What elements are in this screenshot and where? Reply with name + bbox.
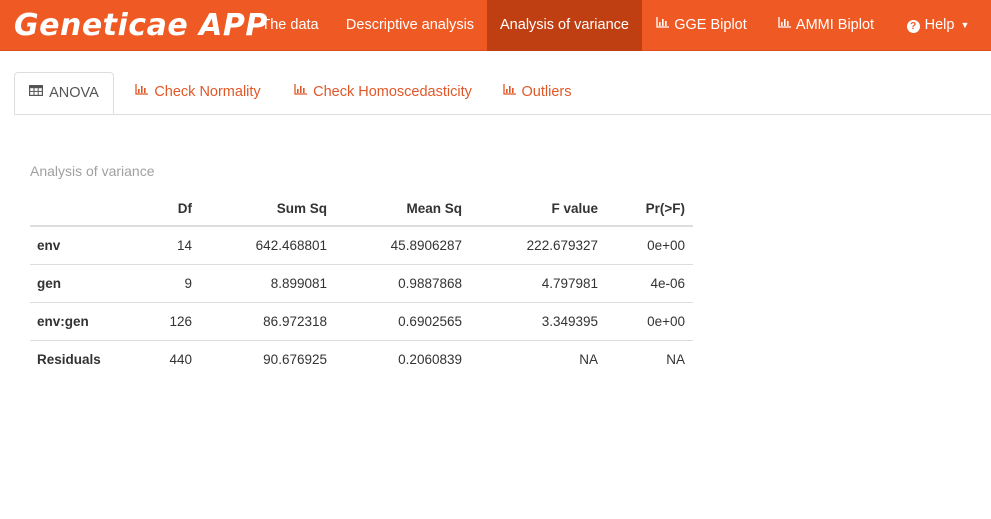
cell-pr-f: 0e+00: [606, 302, 693, 341]
nav-label: Analysis of variance: [500, 17, 629, 33]
cell-f-value: 222.679327: [470, 226, 606, 265]
bar-chart-icon: [294, 72, 308, 113]
table-row: env:gen 126 86.972318 0.6902565 3.349395…: [30, 302, 693, 341]
cell-mean-sq: 0.2060839: [398, 352, 462, 367]
cell-sum-sq: 86.972318: [200, 302, 335, 341]
cell-sum-sq: 642.468801: [200, 226, 335, 265]
column-header: Df: [135, 191, 200, 227]
table-row: gen 9 8.899081 0.9887868 4.797981 4e-06: [30, 264, 693, 303]
bar-chart-icon: [135, 72, 149, 113]
tab-check-homoscedasticity[interactable]: Check Homoscedasticity: [278, 72, 488, 113]
anova-table: Df Sum Sq Mean Sq F value Pr(>F) env 14 …: [30, 191, 693, 378]
nav-label: The data: [261, 17, 319, 33]
row-name: gen: [30, 264, 135, 303]
tab-label: Check Normality: [154, 84, 261, 100]
cell-df: 9: [135, 264, 200, 303]
row-name: Residuals: [37, 352, 101, 367]
table-header-row: Df Sum Sq Mean Sq F value Pr(>F): [30, 191, 693, 227]
cell-f-value: NA: [579, 352, 598, 367]
table-row: env 14 642.468801 45.8906287 222.679327 …: [30, 226, 693, 265]
app-brand[interactable]: Geneticae APP: [14, 6, 268, 46]
cell-f-value: 4.797981: [470, 264, 606, 303]
cell-mean-sq: 0.9887868: [335, 264, 470, 303]
nav-the-data[interactable]: The data: [247, 0, 333, 51]
bar-chart-icon: [778, 0, 791, 51]
column-header: [30, 191, 135, 227]
tab-check-normality[interactable]: Check Normality: [118, 72, 278, 113]
cell-pr-f: 4e-06: [606, 264, 693, 303]
nav-ammi-biplot[interactable]: AMMI Biplot: [761, 0, 891, 51]
cell-mean-sq: 0.6902565: [335, 302, 470, 341]
tab-anova[interactable]: ANOVA: [14, 72, 114, 114]
nav-descriptive-analysis[interactable]: Descriptive analysis: [333, 0, 487, 51]
tab-label: Outliers: [521, 84, 572, 100]
column-header: F value: [470, 191, 606, 227]
cell-sum-sq: 8.899081: [200, 264, 335, 303]
tab-label: ANOVA: [49, 85, 99, 101]
cell-f-value: 3.349395: [470, 302, 606, 341]
cell-df: 440: [169, 352, 192, 367]
table-caption: Analysis of variance: [30, 163, 155, 179]
nav-label: Descriptive analysis: [345, 17, 475, 33]
cell-mean-sq: 45.8906287: [335, 226, 470, 265]
cell-sum-sq: 90.676925: [263, 352, 327, 367]
nav-help-dropdown[interactable]: ? Help ▼: [891, 0, 985, 51]
cell-pr-f: 0e+00: [606, 226, 693, 265]
column-header: Pr(>F): [606, 191, 693, 227]
top-navbar: Geneticae APP The data Descriptive analy…: [0, 0, 991, 51]
table-icon: [29, 73, 44, 113]
question-circle-icon: ?: [906, 20, 920, 33]
bar-chart-icon: [502, 72, 516, 113]
tab-outliers[interactable]: Outliers: [488, 72, 586, 113]
cell-pr-f: NA: [666, 352, 685, 367]
cell-df: 126: [135, 302, 200, 341]
row-name: env:gen: [30, 302, 135, 341]
tab-label: Check Homoscedasticity: [313, 84, 472, 100]
row-name: env: [30, 226, 135, 265]
column-header: Sum Sq: [200, 191, 335, 227]
nav-label: GGE Biplot: [674, 17, 747, 33]
nav-label: Help: [924, 17, 955, 33]
cell-df: 14: [135, 226, 200, 265]
nav-analysis-of-variance[interactable]: Analysis of variance: [487, 0, 642, 51]
table-row: Residuals 440 90.676925 0.2060839 NA NA: [30, 341, 693, 379]
column-header: Mean Sq: [335, 191, 470, 227]
nav-label: AMMI Biplot: [795, 17, 875, 33]
anova-tabs: ANOVA Check Normality Check Homoscedasti…: [14, 72, 991, 115]
caret-down-icon: ▼: [960, 20, 970, 30]
nav-gge-biplot[interactable]: GGE Biplot: [642, 0, 761, 51]
bar-chart-icon: [656, 0, 670, 51]
